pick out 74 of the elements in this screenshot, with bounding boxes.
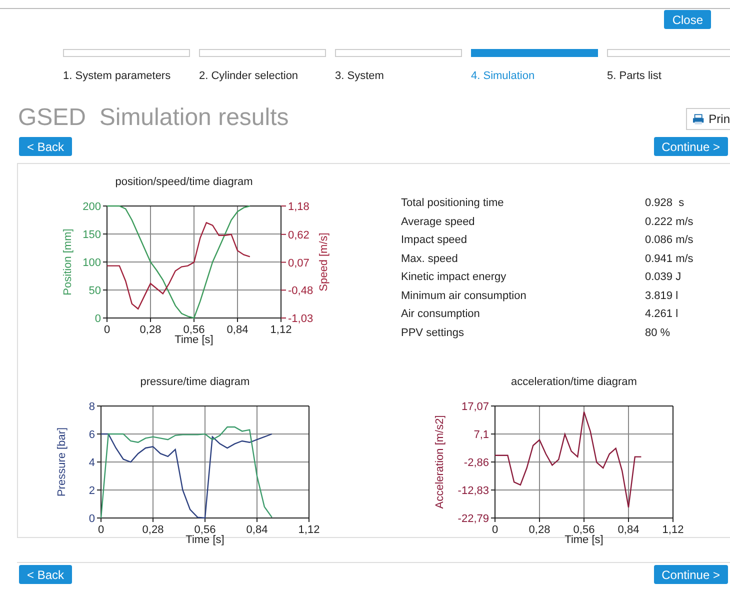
step-tab[interactable]: 5. Parts list (607, 49, 730, 82)
tick-label: 0,84 (226, 324, 248, 336)
stat-label: PPV settings (401, 326, 465, 340)
stat-value: 80 % (645, 326, 672, 340)
stat-label: Air consumption (401, 307, 481, 322)
back-button[interactable]: < Back (19, 565, 72, 584)
axis-title: Time [s] (564, 534, 604, 546)
stat-value: 0.039 J (645, 270, 682, 285)
axis-title: Acceleration [m/s2] (434, 415, 446, 509)
axis-title: Pressure [bar] (56, 427, 68, 497)
stat-label: Minimum air consumption (401, 288, 528, 304)
tick-label: 0 (94, 313, 101, 325)
step-tab[interactable]: 3. System (335, 49, 462, 82)
print-button[interactable]: Prin (686, 108, 730, 130)
tick-label: 8 (88, 401, 95, 413)
tick-label: 1,18 (288, 201, 310, 213)
tick-label: 0,28 (142, 524, 164, 536)
tick-label: 4 (88, 457, 95, 469)
stat-label: Max. speed (401, 252, 459, 266)
tick-label: 0,07 (288, 257, 310, 270)
tick-label: 7,1 (474, 429, 489, 442)
tick-label: 0,84 (246, 524, 268, 536)
stat-label: Impact speed (401, 233, 468, 248)
tick-label: 0,56 (573, 524, 595, 536)
chart-title: position/speed/time diagram (115, 176, 253, 188)
tick-label: 0 (98, 524, 104, 536)
continue-button[interactable]: Continue > (654, 565, 728, 584)
tick-label: 0 (88, 513, 95, 525)
tick-label: 50 (88, 285, 101, 297)
continue-button[interactable]: Continue > (654, 137, 728, 156)
tick-label: 0 (104, 324, 110, 336)
tick-label: -1,03 (288, 313, 314, 325)
tick-label: -2,86 (464, 457, 489, 469)
stat-value: 0.941 m/s (645, 252, 694, 266)
tick-label: 1,12 (662, 524, 684, 536)
stat-value: 0.086 m/s (645, 233, 694, 248)
stat-value: 0.222 m/s (645, 214, 694, 230)
tick-label: 0,28 (140, 324, 162, 336)
tick-label: 0,28 (528, 524, 550, 536)
back-button[interactable]: < Back (19, 137, 72, 156)
tick-label: 150 (82, 229, 101, 241)
tick-label: 0,62 (288, 229, 310, 242)
stat-label: Kinetic impact energy (401, 270, 508, 285)
tick-label: 2 (88, 485, 95, 497)
stat-label: Average speed (401, 214, 476, 230)
stat-label: Total positioning time (401, 196, 505, 211)
tick-label: 1,12 (298, 524, 320, 536)
tick-label: -12,83 (458, 485, 489, 498)
tick-label: 200 (82, 201, 101, 213)
tick-label: 0,56 (194, 524, 216, 536)
axis-title: Time [s] (174, 334, 214, 346)
axis-title: Speed [m/s] (318, 232, 330, 292)
tick-label: 100 (82, 257, 101, 269)
tick-label: 1,12 (270, 324, 292, 336)
step-tab[interactable]: 2. Cylinder selection (199, 49, 326, 82)
step-tab[interactable]: 4. Simulation (471, 49, 598, 82)
chart-title: acceleration/time diagram (511, 376, 637, 388)
axis-title: Time [s] (186, 534, 224, 546)
tick-label: 0,84 (618, 524, 640, 536)
close-button[interactable]: Close (664, 10, 711, 29)
stat-value: 3.819 l (645, 288, 680, 304)
axis-title: Position [mm] (62, 228, 74, 296)
tick-label: 6 (88, 429, 95, 441)
page-title: GSED Simulation results (18, 104, 289, 132)
tick-label: 0,56 (183, 324, 205, 336)
stat-value: 4.261 l (645, 307, 680, 322)
tick-label: 17,07 (461, 401, 489, 413)
tick-label: -0,48 (288, 285, 314, 298)
stat-value: 0.928 s (645, 196, 686, 211)
chart-title: pressure/time diagram (140, 376, 250, 388)
tick-label: -22,79 (458, 513, 489, 525)
step-tab[interactable]: 1. System parameters (63, 49, 190, 82)
tick-label: 0 (492, 524, 498, 536)
printer-icon (693, 114, 704, 124)
